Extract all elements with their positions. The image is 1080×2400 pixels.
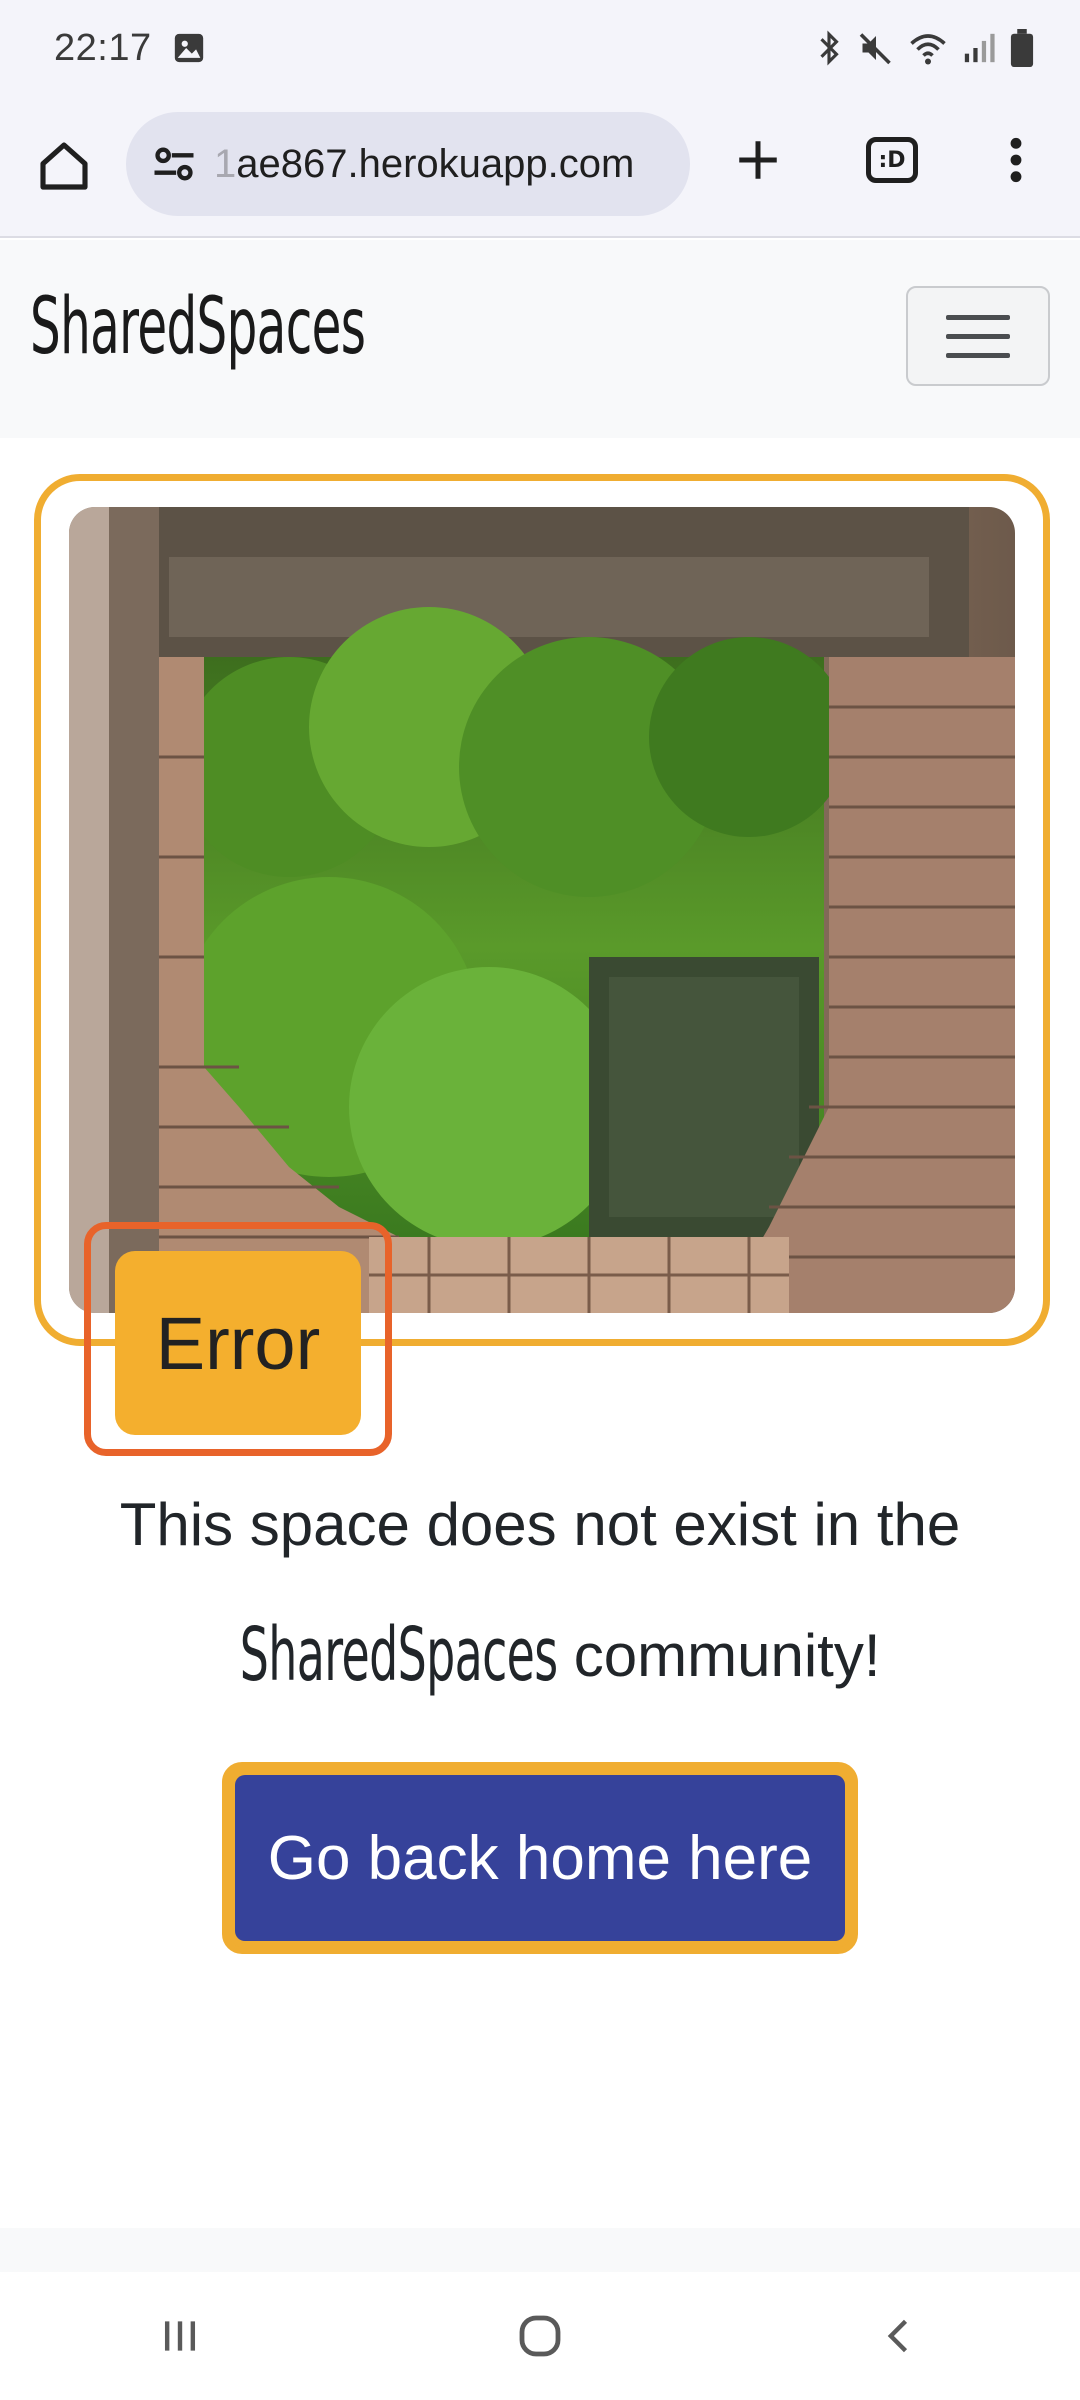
- tab-switcher-icon: :D: [866, 137, 918, 183]
- brand-logo[interactable]: SharedSpaces: [30, 282, 366, 372]
- overflow-menu-icon: [1010, 137, 1022, 183]
- status-time: 22:17: [54, 26, 152, 69]
- message-community: community!: [573, 1622, 881, 1689]
- overflow-menu-button[interactable]: [980, 124, 1052, 196]
- error-badge-frame: Error: [84, 1222, 392, 1456]
- tab-switcher-button[interactable]: :D: [852, 124, 932, 196]
- mute-icon: [859, 33, 891, 65]
- site-settings-icon[interactable]: [148, 138, 200, 190]
- url-text: 1ae867.herokuapp.com: [214, 142, 634, 187]
- browser-toolbar: 1ae867.herokuapp.com :D: [0, 96, 1080, 238]
- signal-icon: [964, 33, 995, 63]
- hamburger-icon: [946, 352, 1010, 358]
- footer: [0, 2228, 1080, 2272]
- url-fade-text: 1: [214, 141, 237, 186]
- hamburger-icon: [946, 314, 1010, 320]
- browser-home-button[interactable]: [28, 130, 100, 202]
- go-home-button[interactable]: Go back home here: [235, 1775, 845, 1941]
- error-message-line2: SharedSpaces community!: [0, 1612, 1080, 1698]
- hero-image-frame: [34, 474, 1050, 1346]
- error-message-line1: This space does not exist in the: [119, 1491, 961, 1558]
- battery-icon: [1010, 29, 1034, 67]
- navbar-toggler-button[interactable]: [906, 286, 1050, 386]
- back-icon: [887, 2319, 908, 2353]
- recents-icon: [164, 2321, 196, 2351]
- new-tab-button[interactable]: [722, 124, 794, 196]
- new-tab-plus-icon: [739, 141, 777, 179]
- go-home-button-frame: Go back home here: [222, 1762, 858, 1954]
- bluetooth-icon: [820, 30, 839, 66]
- message-brand: SharedSpaces: [239, 1612, 558, 1698]
- image-icon: [174, 33, 203, 63]
- url-domain: ae867.herokuapp.com: [236, 141, 635, 186]
- status-bar: 22:17: [0, 0, 1080, 96]
- home-circle-icon: [519, 2315, 561, 2357]
- address-bar[interactable]: 1ae867.herokuapp.com: [126, 112, 690, 216]
- broken-brick-window-photo: [69, 507, 1015, 1313]
- system-back-button[interactable]: [840, 2296, 960, 2376]
- home-icon: [40, 142, 88, 190]
- wifi-icon: [910, 34, 946, 65]
- recents-button[interactable]: [120, 2296, 240, 2376]
- system-home-button[interactable]: [480, 2296, 600, 2376]
- site-navbar: SharedSpaces: [0, 240, 1080, 438]
- status-icons: [814, 29, 1034, 67]
- error-badge: Error: [115, 1251, 361, 1435]
- system-navigation-bar: [0, 2272, 1080, 2400]
- hamburger-icon: [946, 333, 1010, 339]
- hero-image: [69, 507, 1015, 1313]
